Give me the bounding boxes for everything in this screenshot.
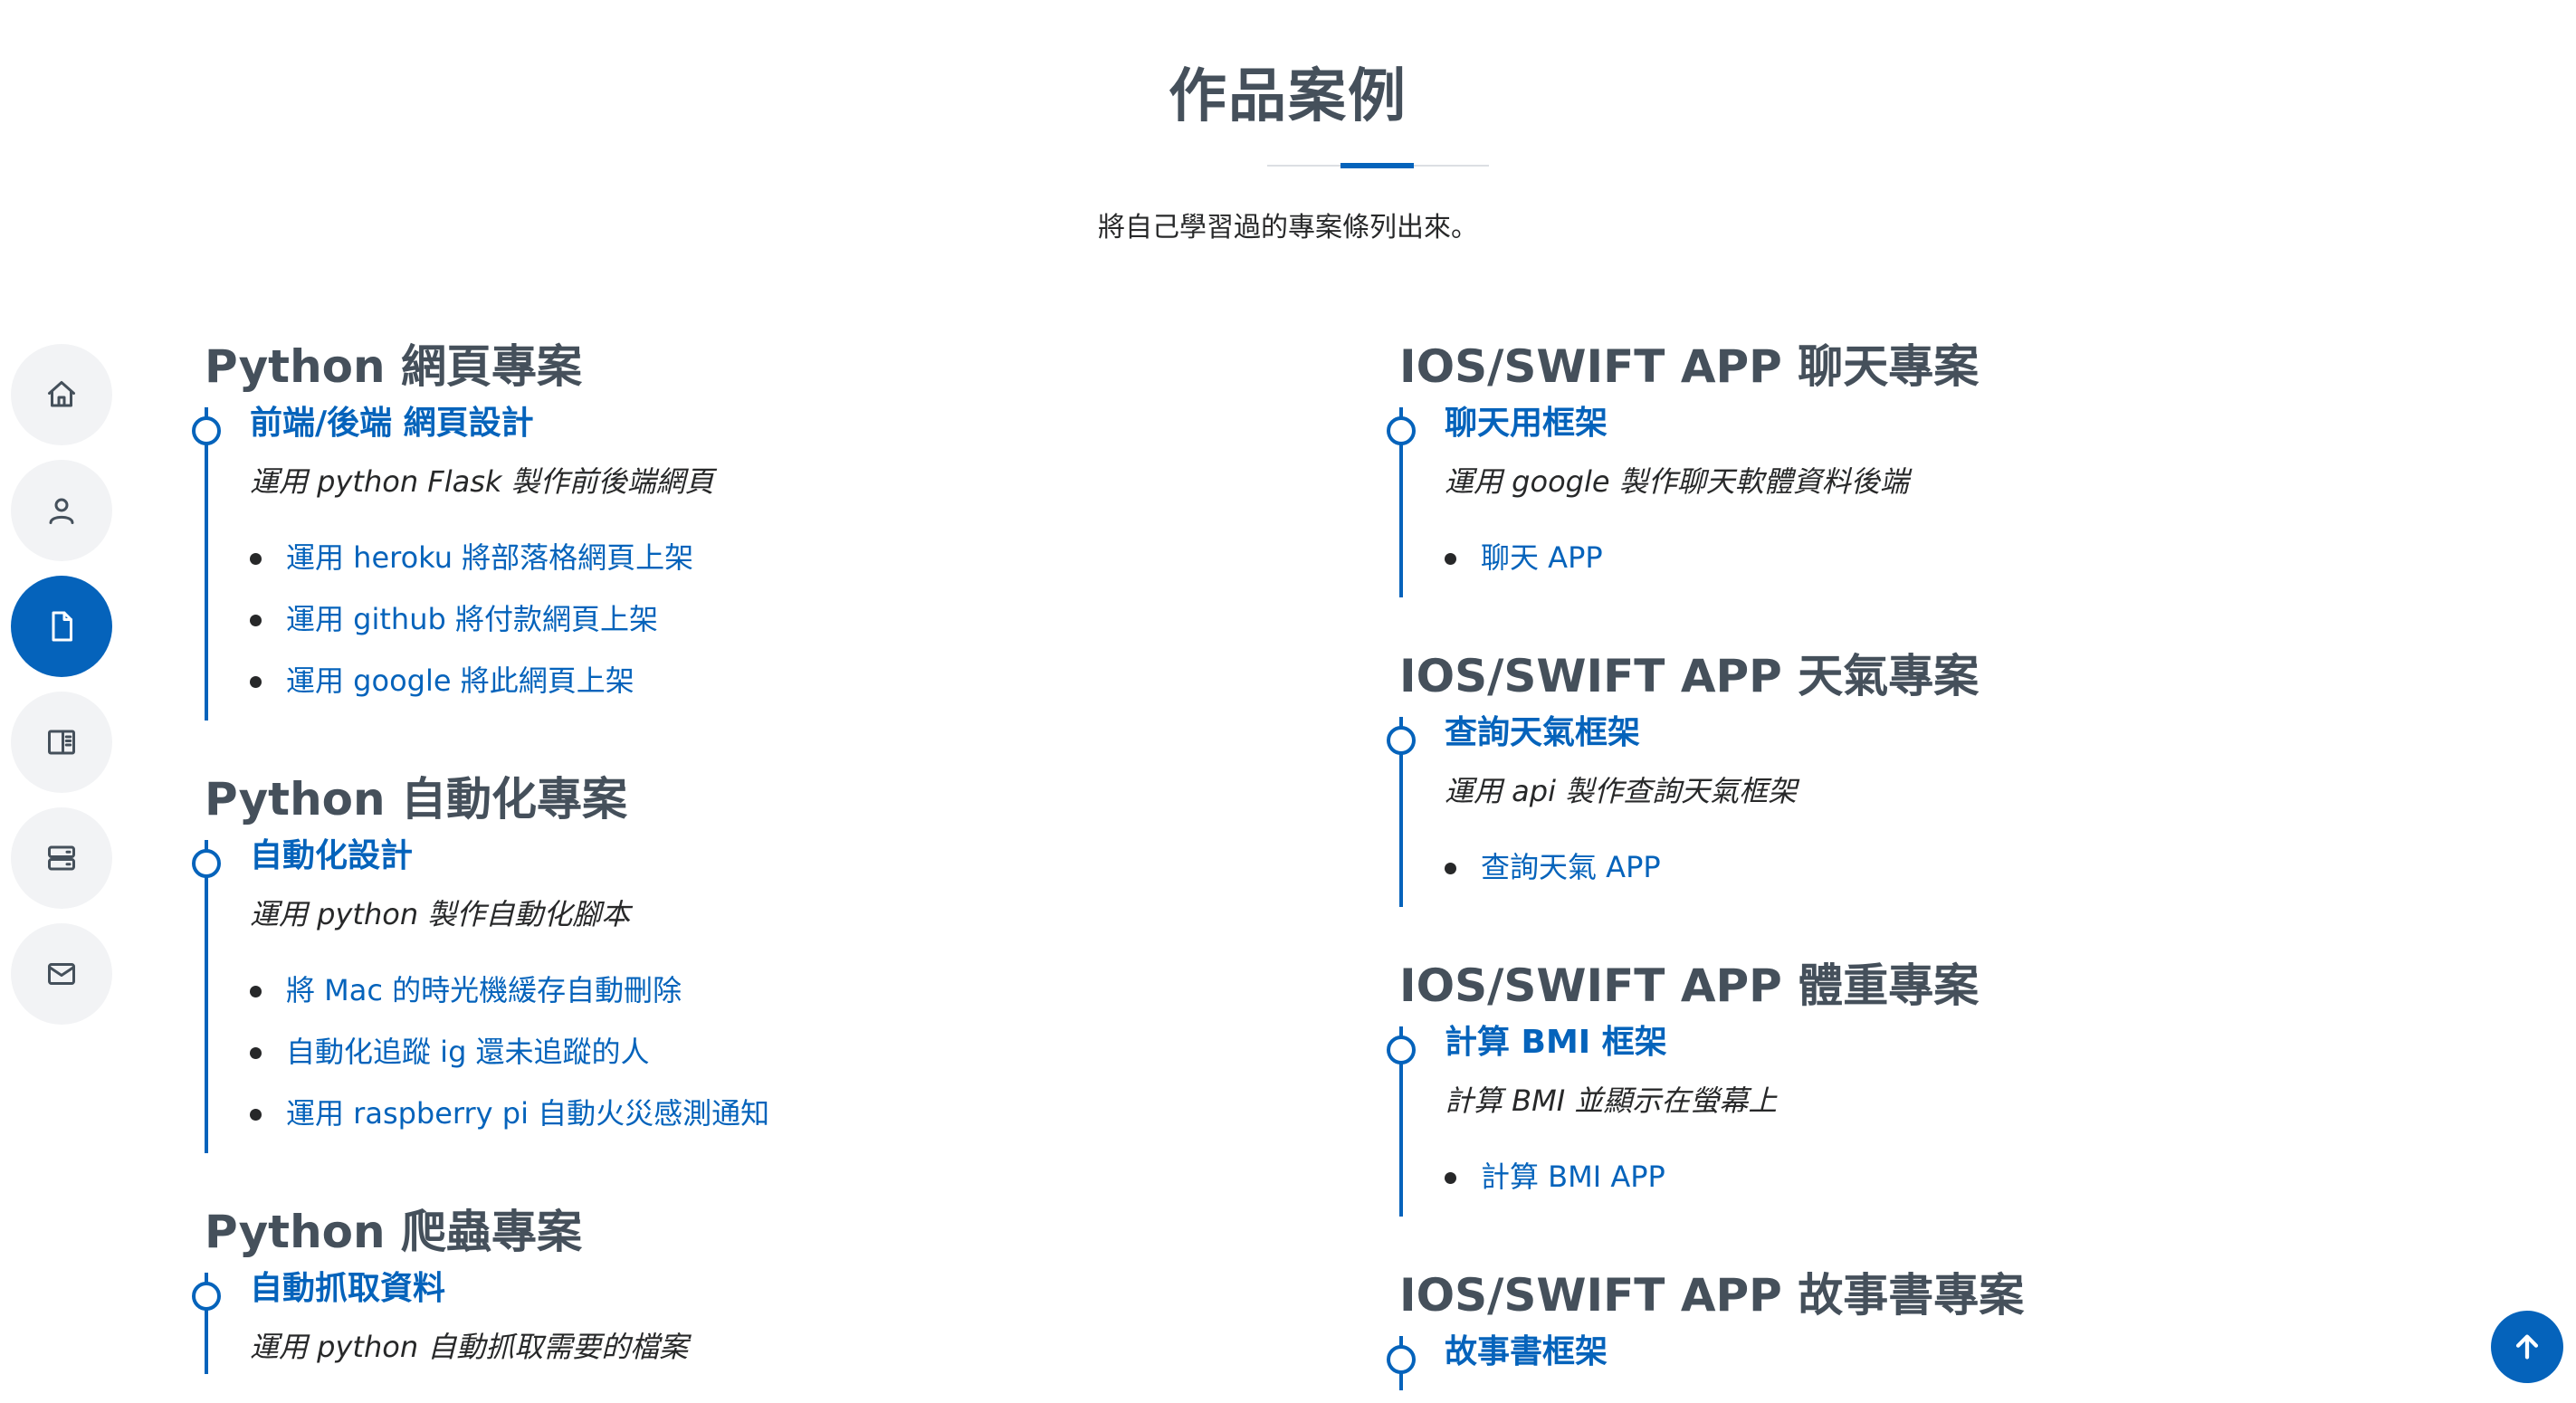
nav-home-button[interactable] (11, 344, 112, 445)
project-link[interactable]: 計算 BMI APP (1445, 1146, 2485, 1207)
project-link[interactable]: 聊天 APP (1445, 527, 2485, 588)
book-icon (48, 730, 75, 755)
item-description: 運用 python Flask 製作前後端網頁 (250, 464, 714, 499)
project-link[interactable]: 運用 google 將此網頁上架 (250, 650, 1291, 711)
title-accent-bar (1340, 163, 1414, 168)
nav-services-button[interactable] (11, 807, 112, 909)
project-item: 聊天用框架 運用 google 製作聊天軟體資料後端 聊天 APP (1387, 405, 2485, 597)
project-link[interactable]: 將 Mac 的時光機緩存自動刪除 (250, 959, 1291, 1021)
nav-portfolio-button[interactable] (11, 576, 112, 677)
group-title: IOS/SWIFT APP 故事書專案 (1399, 1269, 2025, 1322)
project-group: IOS/SWIFT APP 體重專案 計算 BMI 框架 計算 BMI 並顯示在… (1387, 954, 2485, 1217)
project-item: 自動抓取資料 運用 python 自動抓取需要的檔案 (192, 1270, 1291, 1374)
group-title: IOS/SWIFT APP 聊天專案 (1399, 340, 1980, 393)
project-group: Python 自動化專案 自動化設計 運用 python 製作自動化腳本 將 M… (192, 768, 1291, 1153)
nav-about-button[interactable] (11, 460, 112, 561)
file-icon (52, 611, 72, 642)
item-description: 運用 python 製作自動化腳本 (250, 897, 631, 931)
project-link[interactable]: 查詢天氣 APP (1445, 836, 2485, 898)
link-list: 運用 heroku 將部落格網頁上架 運用 github 將付款網頁上架 運用 … (250, 527, 1291, 721)
project-link[interactable]: 運用 raspberry pi 自動火災感測通知 (250, 1083, 1291, 1144)
item-title: 故事書框架 (1445, 1333, 1608, 1370)
link-list: 聊天 APP (1445, 527, 2485, 597)
project-item: 自動化設計 運用 python 製作自動化腳本 將 Mac 的時光機緩存自動刪除… (192, 837, 1291, 1153)
project-item: 前端/後端 網頁設計 運用 python Flask 製作前後端網頁 運用 he… (192, 405, 1291, 721)
item-title: 自動化設計 (250, 837, 414, 874)
group-title: Python 網頁專案 (205, 340, 583, 393)
item-title: 前端/後端 網頁設計 (250, 405, 534, 442)
project-group: IOS/SWIFT APP 聊天專案 聊天用框架 運用 google 製作聊天軟… (1387, 335, 2485, 597)
section-subtitle: 將自己學習過的專案條列出來。 (1098, 212, 1478, 243)
project-link[interactable]: 運用 heroku 將部落格網頁上架 (250, 527, 1291, 588)
person-icon (49, 498, 74, 524)
link-list: 查詢天氣 APP (1445, 836, 2485, 907)
project-group: Python 爬蟲專案 自動抓取資料 運用 python 自動抓取需要的檔案 (192, 1200, 1291, 1374)
back-to-top-button[interactable] (2491, 1311, 2563, 1383)
nav-contact-button[interactable] (11, 923, 112, 1025)
project-link[interactable]: 自動化追蹤 ig 還未追蹤的人 (250, 1021, 1291, 1083)
link-list: 將 Mac 的時光機緩存自動刪除 自動化追蹤 ig 還未追蹤的人 運用 rasp… (250, 959, 1291, 1153)
item-title: 查詢天氣框架 (1445, 714, 1641, 751)
item-description: 運用 api 製作查詢天氣框架 (1445, 774, 1798, 808)
envelope-icon (48, 963, 75, 985)
nav-resume-button[interactable] (11, 692, 112, 793)
project-group: IOS/SWIFT APP 天氣專案 查詢天氣框架 運用 api 製作查詢天氣框… (1387, 644, 2485, 907)
project-item: 故事書框架 (1387, 1333, 2485, 1390)
project-group: IOS/SWIFT APP 故事書專案 故事書框架 (1387, 1264, 2485, 1390)
server-icon (48, 845, 75, 871)
home-icon (48, 381, 75, 407)
arrow-up-icon (2515, 1334, 2539, 1360)
project-item: 查詢天氣框架 運用 api 製作查詢天氣框架 查詢天氣 APP (1387, 714, 2485, 907)
group-title: Python 自動化專案 (205, 773, 628, 826)
item-title: 聊天用框架 (1445, 405, 1608, 442)
item-description: 運用 google 製作聊天軟體資料後端 (1445, 464, 1909, 499)
item-description: 計算 BMI 並顯示在螢幕上 (1445, 1083, 1778, 1118)
item-title: 計算 BMI 框架 (1445, 1024, 1667, 1061)
group-title: IOS/SWIFT APP 天氣專案 (1399, 650, 1980, 702)
section-title: 作品案例 (1169, 63, 1407, 130)
section-header: 作品案例 (0, 56, 2576, 138)
item-title: 自動抓取資料 (250, 1270, 446, 1307)
link-list: 計算 BMI APP (1445, 1146, 2485, 1217)
group-title: IOS/SWIFT APP 體重專案 (1399, 959, 1980, 1012)
project-link[interactable]: 運用 github 將付款網頁上架 (250, 588, 1291, 650)
item-description: 運用 python 自動抓取需要的檔案 (250, 1330, 689, 1364)
group-title: Python 爬蟲專案 (205, 1206, 583, 1258)
project-item: 計算 BMI 框架 計算 BMI 並顯示在螢幕上 計算 BMI APP (1387, 1024, 2485, 1217)
project-group: Python 網頁專案 前端/後端 網頁設計 運用 python Flask 製… (192, 335, 1291, 721)
